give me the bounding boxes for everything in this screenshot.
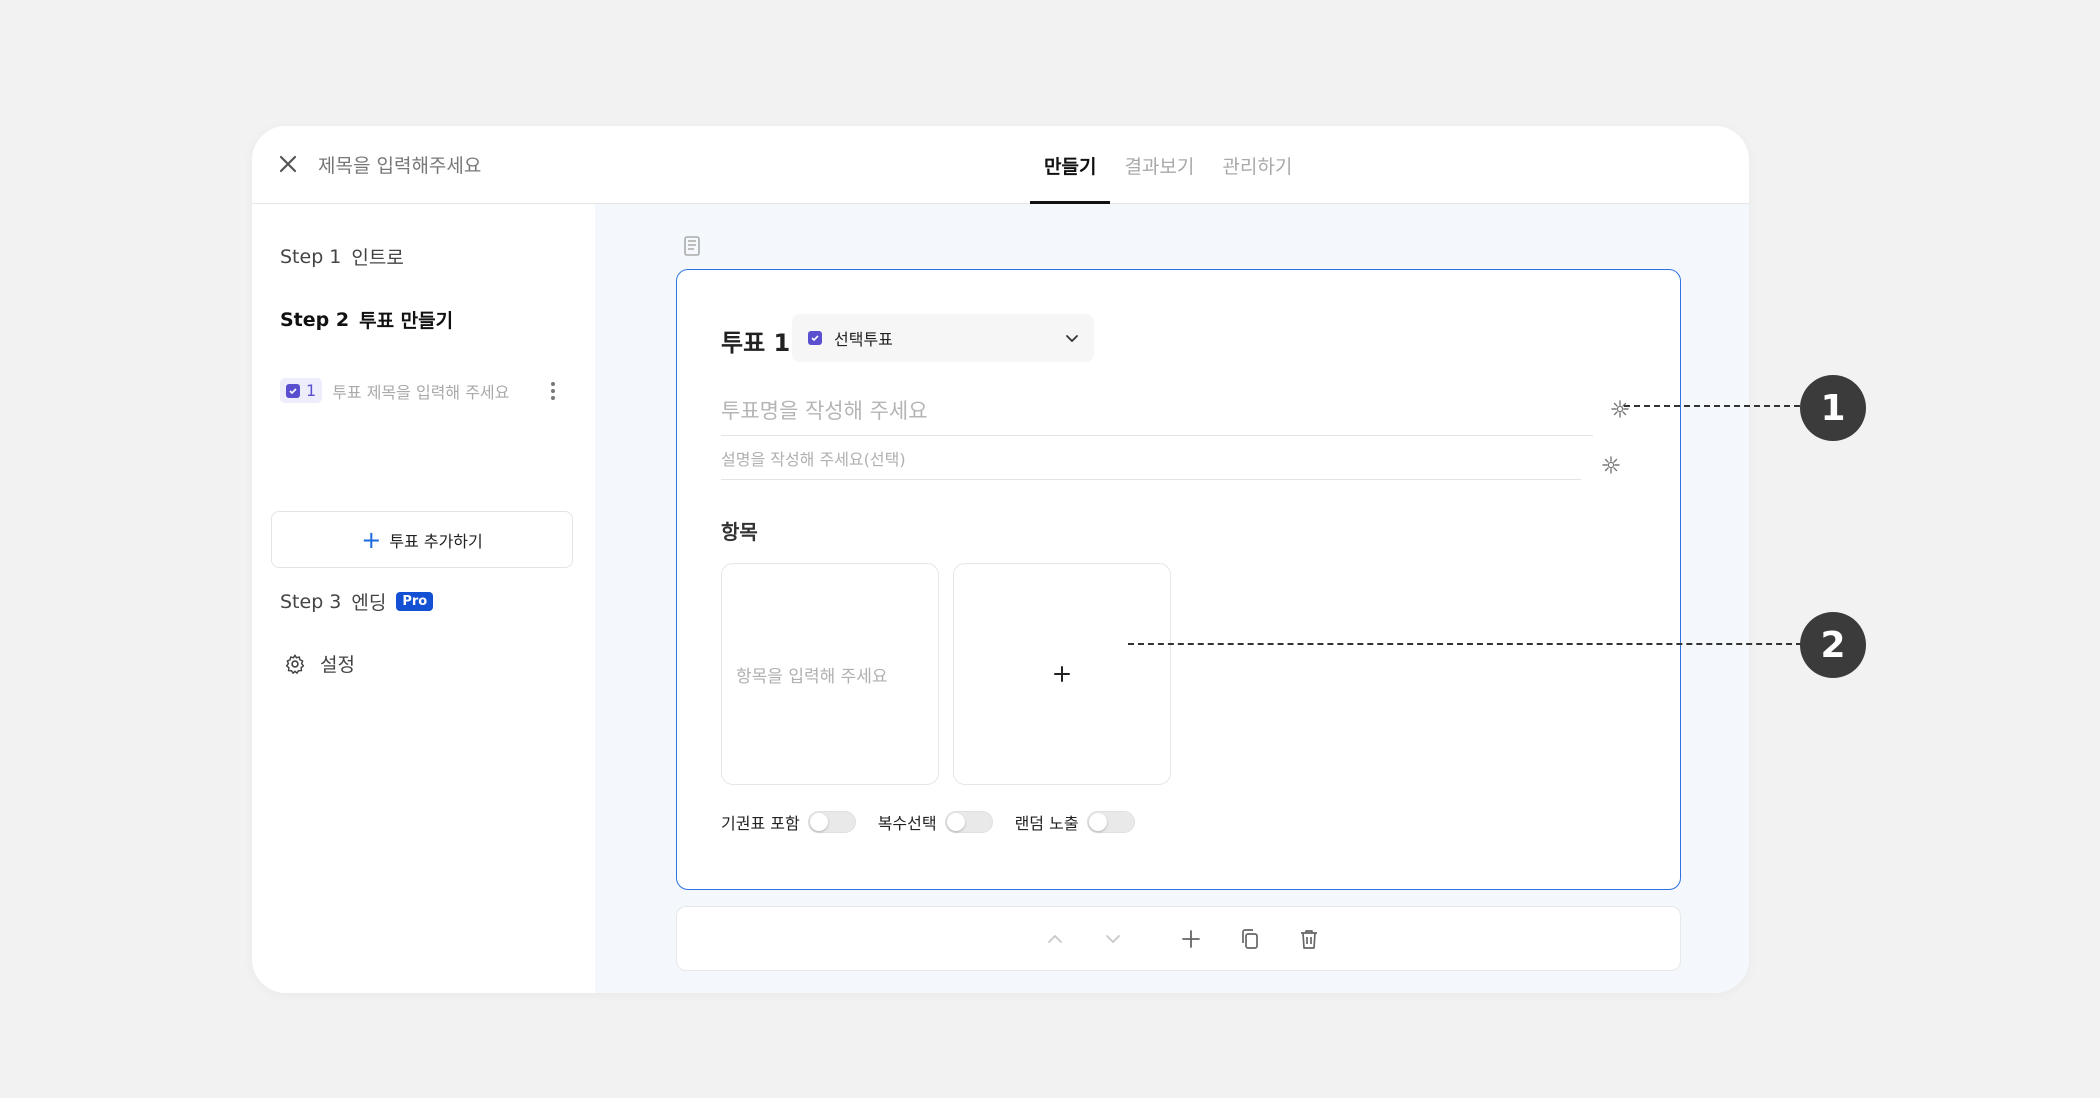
callout-1-badge: 1 [1800,375,1866,441]
step-number: Step 3 [280,590,342,613]
toggle-abstain: 기권표 포함 [721,810,856,834]
sidebar-poll-item[interactable]: 1 투표 제목을 입력해 주세요 [280,378,570,403]
chevron-down-icon [1066,335,1078,343]
document-title[interactable]: 제목을 입력해주세요 [318,151,481,178]
gear-icon [285,654,305,674]
move-up-icon[interactable] [1043,927,1067,951]
poll-card: 투표 1 선택투표 항목 항목을 [676,269,1681,890]
tab-manage[interactable]: 관리하기 [1208,126,1306,204]
toggle-label: 기권표 포함 [721,814,800,833]
callout-1-line [1624,405,1800,407]
ai-sparkle-icon[interactable] [1600,454,1622,476]
toggle-label: 복수선택 [877,814,937,833]
ai-sparkle-icon[interactable] [1609,398,1631,420]
close-icon[interactable] [274,150,302,178]
trash-icon[interactable] [1297,927,1321,951]
plus-icon [1054,666,1070,682]
tab-results[interactable]: 결과보기 [1110,126,1208,204]
checkbox-icon [286,383,300,398]
toggle-multiple: 복수선택 [878,810,993,834]
step-number: Step 2 [280,308,350,331]
pro-badge: Pro [396,592,434,611]
step-label: 엔딩 [351,592,387,614]
top-bar: 제목을 입력해주세요 만들기 결과보기 관리하기 [252,126,1749,204]
step-label: 투표 만들기 [359,310,454,332]
callout-2-line [1128,643,1802,645]
document-icon [684,236,700,256]
step-label: 인트로 [351,247,404,269]
sidebar-step-intro[interactable]: Step 1 인트로 [280,243,404,270]
plus-icon: + [361,525,382,554]
tab-create[interactable]: 만들기 [1030,126,1111,204]
more-vertical-icon[interactable] [543,378,563,404]
random-order-toggle[interactable] [1086,811,1135,833]
poll-index: 1 [306,381,317,400]
options-section-label: 항목 [721,520,758,544]
step-number: Step 1 [280,245,342,268]
option-input-card[interactable]: 항목을 입력해 주세요 [721,563,939,785]
option-placeholder: 항목을 입력해 주세요 [736,666,888,687]
sidebar-step-create-poll[interactable]: Step 2 투표 만들기 [280,306,453,333]
toggle-label: 랜덤 노출 [1014,814,1079,833]
editor-area: 투표 1 선택투표 항목 항목을 [595,204,1749,993]
sidebar-settings[interactable]: 설정 [284,650,355,677]
add-poll-label: 투표 추가하기 [389,531,483,551]
multiple-select-toggle[interactable] [944,811,993,833]
add-icon[interactable] [1179,927,1203,951]
move-down-icon[interactable] [1101,927,1125,951]
copy-icon[interactable] [1238,927,1262,951]
poll-type-select[interactable]: 선택투표 [792,314,1094,362]
add-poll-button[interactable]: + 투표 추가하기 [271,511,573,568]
add-option-button[interactable] [953,563,1171,785]
poll-type-label: 선택투표 [834,330,893,349]
callout-2-badge: 2 [1800,612,1866,678]
poll-name-input[interactable] [721,386,1593,436]
tab-bar: 만들기 결과보기 관리하기 [1030,126,1306,204]
poll-title: 투표 1 [721,329,791,357]
settings-label: 설정 [320,654,355,676]
app-window: 제목을 입력해주세요 만들기 결과보기 관리하기 Step 1 인트로 Step… [252,126,1749,993]
poll-index-badge: 1 [280,378,323,403]
poll-description-input[interactable] [721,440,1581,480]
checkbox-icon [808,331,822,345]
sidebar-step-ending[interactable]: Step 3 엔딩 Pro [280,588,434,615]
abstain-toggle[interactable] [807,811,856,833]
poll-item-label: 투표 제목을 입력해 주세요 [332,382,510,402]
sidebar: Step 1 인트로 Step 2 투표 만들기 1 투표 제목을 입력해 주세… [252,204,595,993]
card-action-bar [676,906,1681,971]
poll-options-toggles: 기권표 포함 복수선택 랜덤 노출 [721,810,1135,834]
toggle-random: 랜덤 노출 [1015,810,1135,834]
